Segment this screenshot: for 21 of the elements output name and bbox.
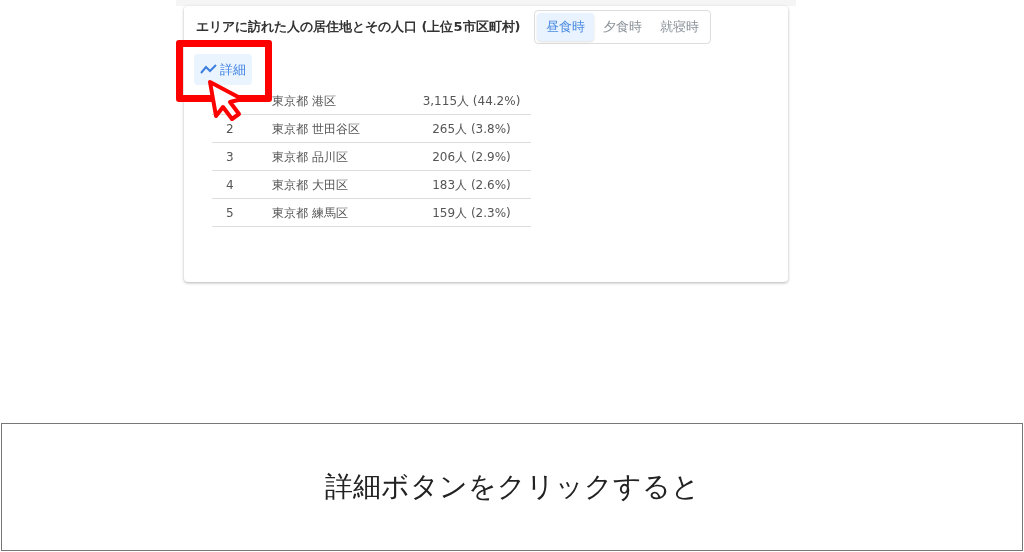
area-cell-text: 東京都 大田区	[272, 176, 349, 194]
rank-cell: 3	[226, 149, 234, 164]
count-cell-text: 183人 (2.6%)	[431, 176, 512, 194]
time-tab[interactable]: 夕食時	[594, 13, 652, 41]
line-chart-icon	[200, 63, 218, 76]
caption-text: 詳細ボタンをクリックすると	[324, 469, 700, 505]
detail-button[interactable]: 詳細	[194, 53, 252, 85]
rank-cell: 4	[226, 177, 234, 192]
count-cell-text: 265人 (3.8%)	[431, 120, 512, 138]
count-cell-text: 3,115人 (44.2%)	[421, 92, 522, 110]
area-cell-text: 東京都 練馬区	[272, 204, 349, 222]
count-cell-text: 159人 (2.3%)	[431, 204, 512, 222]
rank-cell: 5	[226, 205, 234, 220]
card-title: エリアに訪れた人の居住地とその人口 (上位5市区町村)	[196, 18, 521, 36]
area-cell-text: 東京都 世田谷区	[272, 120, 361, 138]
rank-cell: 2	[226, 121, 234, 136]
count-cell-text: 206人 (2.9%)	[431, 148, 512, 166]
area-cell-text: 東京都 港区	[272, 92, 337, 110]
area-cell-text: 東京都 品川区	[272, 148, 349, 166]
time-tab[interactable]: 就寝時	[651, 13, 709, 41]
time-tab[interactable]: 昼食時	[537, 13, 595, 41]
